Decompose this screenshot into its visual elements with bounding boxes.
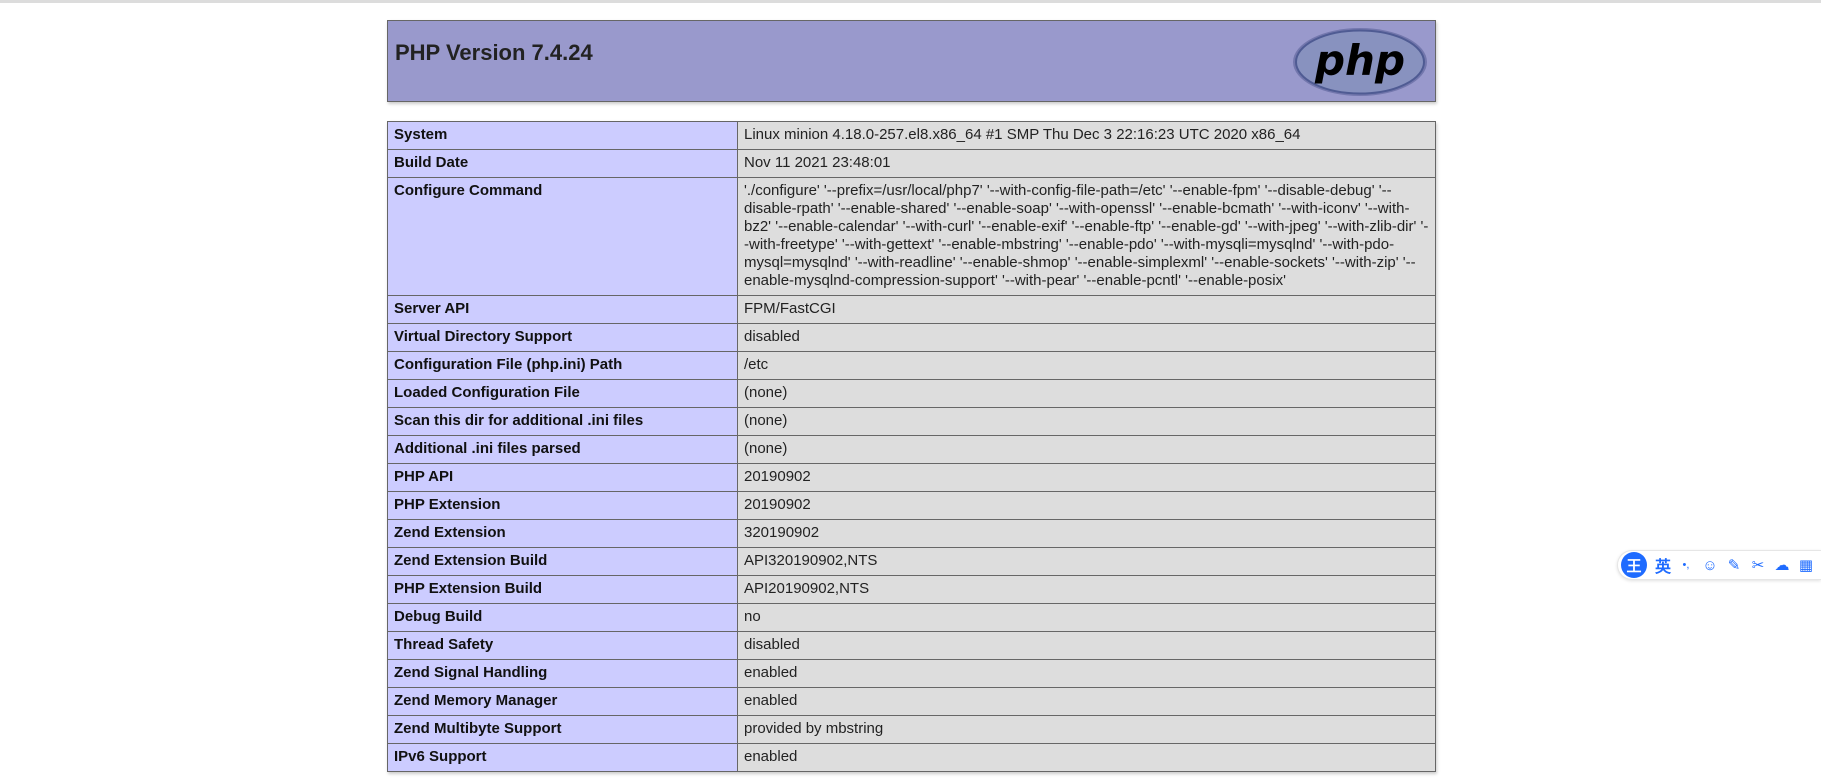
row-key: Server API bbox=[387, 295, 738, 324]
table-row: PHP Extension Build API20190902,NTS bbox=[387, 575, 1436, 604]
row-key: Configure Command bbox=[387, 177, 738, 296]
row-key: PHP API bbox=[387, 463, 738, 492]
row-value: disabled bbox=[737, 323, 1436, 352]
page-title: PHP Version 7.4.24 bbox=[395, 40, 593, 65]
row-value: no bbox=[737, 603, 1436, 632]
table-row: Additional .ini files parsed (none) bbox=[387, 435, 1436, 464]
row-key: Configuration File (php.ini) Path bbox=[387, 351, 738, 380]
punctuation-icon[interactable]: •, bbox=[1677, 559, 1695, 571]
table-row: Configure Command './configure' '--prefix… bbox=[387, 177, 1436, 296]
row-value: (none) bbox=[737, 379, 1436, 408]
table-row: Zend Memory Manager enabled bbox=[387, 687, 1436, 716]
row-value: enabled bbox=[737, 659, 1436, 688]
row-key: Zend Multibyte Support bbox=[387, 715, 738, 744]
table-row: IPv6 Support enabled bbox=[387, 743, 1436, 772]
phpinfo-header: PHP Version 7.4.24 php bbox=[387, 20, 1436, 102]
ime-language-toggle[interactable]: 英 bbox=[1655, 553, 1671, 577]
row-value: Nov 11 2021 23:48:01 bbox=[737, 149, 1436, 178]
table-row: Zend Signal Handling enabled bbox=[387, 659, 1436, 688]
row-key: Loaded Configuration File bbox=[387, 379, 738, 408]
row-key: Thread Safety bbox=[387, 631, 738, 660]
row-key: Scan this dir for additional .ini files bbox=[387, 407, 738, 436]
row-key: Zend Extension Build bbox=[387, 547, 738, 576]
scissors-icon[interactable]: ✂ bbox=[1749, 556, 1767, 574]
row-value: Linux minion 4.18.0-257.el8.x86_64 #1 SM… bbox=[737, 121, 1436, 150]
table-row: System Linux minion 4.18.0-257.el8.x86_64… bbox=[387, 121, 1436, 150]
row-value: /etc bbox=[737, 351, 1436, 380]
pen-icon[interactable]: ✎ bbox=[1725, 556, 1743, 574]
table-row: Zend Extension 320190902 bbox=[387, 519, 1436, 548]
row-value: enabled bbox=[737, 743, 1436, 772]
table-row: Zend Extension Build API320190902,NTS bbox=[387, 547, 1436, 576]
table-row: Thread Safety disabled bbox=[387, 631, 1436, 660]
php-logo-text: php bbox=[1314, 36, 1405, 85]
row-value: 20190902 bbox=[737, 463, 1436, 492]
row-key: IPv6 Support bbox=[387, 743, 738, 772]
phpinfo-table: System Linux minion 4.18.0-257.el8.x86_64… bbox=[387, 121, 1436, 772]
table-row: Server API FPM/FastCGI bbox=[387, 295, 1436, 324]
ime-logo-icon[interactable]: 王 bbox=[1621, 552, 1647, 578]
row-value: disabled bbox=[737, 631, 1436, 660]
browser-top-border bbox=[0, 0, 1821, 3]
row-value: enabled bbox=[737, 687, 1436, 716]
cloud-icon[interactable]: ☁ bbox=[1773, 556, 1791, 574]
row-key: Additional .ini files parsed bbox=[387, 435, 738, 464]
row-value: API320190902,NTS bbox=[737, 547, 1436, 576]
row-key: PHP Extension Build bbox=[387, 575, 738, 604]
row-key: PHP Extension bbox=[387, 491, 738, 520]
table-row: Scan this dir for additional .ini files(… bbox=[387, 407, 1436, 436]
table-row: PHP API 20190902 bbox=[387, 463, 1436, 492]
table-row: Configuration File (php.ini) Path/etc bbox=[387, 351, 1436, 380]
table-row: Debug Build no bbox=[387, 603, 1436, 632]
keyboard-icon[interactable]: ▦ bbox=[1797, 556, 1815, 574]
table-row: Virtual Directory Support disabled bbox=[387, 323, 1436, 352]
row-key: Zend Signal Handling bbox=[387, 659, 738, 688]
row-value: provided by mbstring bbox=[737, 715, 1436, 744]
row-key: Build Date bbox=[387, 149, 738, 178]
row-key: Virtual Directory Support bbox=[387, 323, 738, 352]
php-logo: php bbox=[1293, 28, 1427, 96]
row-value: 320190902 bbox=[737, 519, 1436, 548]
row-key: Zend Extension bbox=[387, 519, 738, 548]
row-key: System bbox=[387, 121, 738, 150]
row-value: API20190902,NTS bbox=[737, 575, 1436, 604]
row-value: (none) bbox=[737, 407, 1436, 436]
ime-toolbar[interactable]: 王 英 •, ☺ ✎ ✂ ☁ ▦ bbox=[1617, 550, 1821, 580]
row-key: Zend Memory Manager bbox=[387, 687, 738, 716]
emoji-icon[interactable]: ☺ bbox=[1701, 557, 1719, 574]
row-value: 20190902 bbox=[737, 491, 1436, 520]
row-value: FPM/FastCGI bbox=[737, 295, 1436, 324]
row-key: Debug Build bbox=[387, 603, 738, 632]
table-row: PHP Extension 20190902 bbox=[387, 491, 1436, 520]
row-value: './configure' '--prefix=/usr/local/php7'… bbox=[737, 177, 1436, 296]
table-row: Build Date Nov 11 2021 23:48:01 bbox=[387, 149, 1436, 178]
table-row: Loaded Configuration File (none) bbox=[387, 379, 1436, 408]
row-value: (none) bbox=[737, 435, 1436, 464]
table-row: Zend Multibyte Support provided by mbstri… bbox=[387, 715, 1436, 744]
